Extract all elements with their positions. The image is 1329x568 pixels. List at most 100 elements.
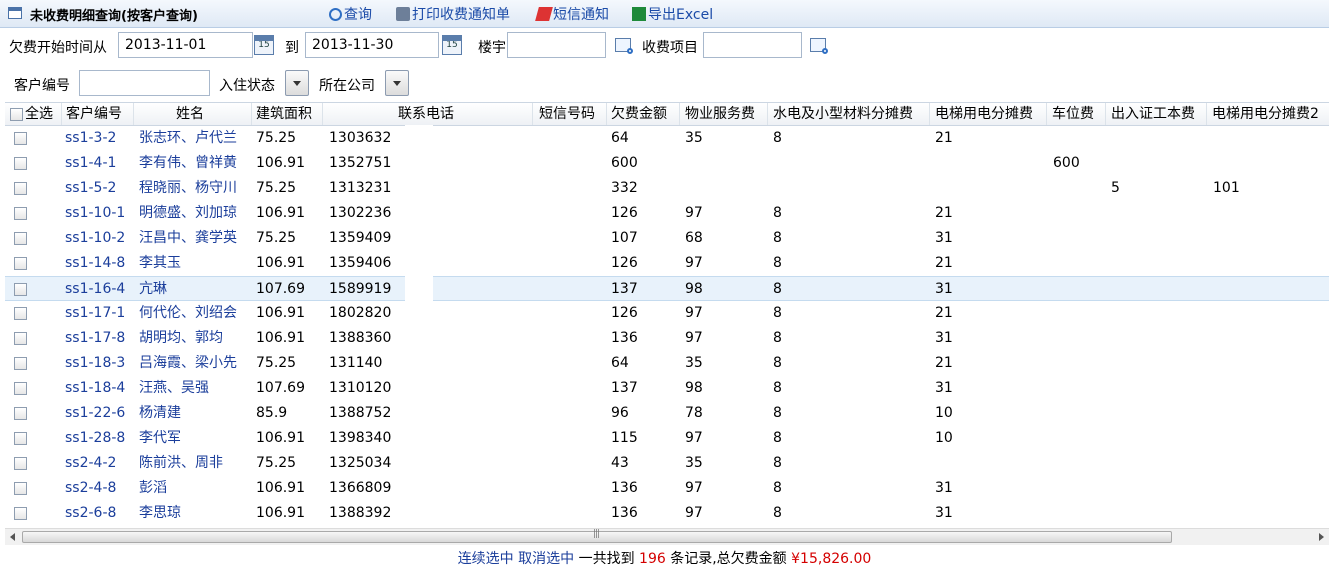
customer-name-cell[interactable]: 杨清建 (139, 401, 251, 426)
header-elevator-fee-2[interactable]: 电梯用电分摊费2 (1207, 103, 1329, 125)
customer-no-cell[interactable]: ss1-10-1 (65, 201, 125, 226)
customer-no-cell[interactable]: ss2-4-8 (65, 476, 116, 501)
calendar-icon[interactable]: 15 (442, 35, 462, 55)
customer-name-cell[interactable]: 彭滔 (139, 476, 251, 501)
row-checkbox[interactable] (14, 132, 27, 145)
header-pass-fee[interactable]: 出入证工本费 (1106, 103, 1207, 125)
occupancy-status-dropdown[interactable] (285, 70, 309, 96)
table-row[interactable]: ss1-28-8 李代军 106.91 1398340 115 97 8 10 (5, 426, 1329, 451)
row-checkbox[interactable] (14, 382, 27, 395)
row-checkbox[interactable] (14, 283, 27, 296)
customer-no-cell[interactable]: ss1-28-8 (65, 426, 125, 451)
calendar-icon[interactable]: 15 (254, 35, 274, 55)
header-area[interactable]: 建筑面积 (252, 103, 323, 125)
table-row[interactable]: ss2-4-2 陈前洪、周非 75.25 1325034 43 35 8 (5, 451, 1329, 476)
customer-name-cell[interactable]: 吕海霞、梁小先 (139, 351, 251, 376)
customer-no-cell[interactable]: ss1-22-6 (65, 401, 125, 426)
scroll-thumb[interactable] (22, 529, 1172, 543)
customer-name-cell[interactable]: 明德盛、刘加琼 (139, 201, 251, 226)
row-checkbox[interactable] (14, 357, 27, 370)
header-elevator-fee[interactable]: 电梯用电分摊费 (930, 103, 1047, 125)
customer-no-cell[interactable]: ss2-4-2 (65, 451, 116, 476)
customer-no-input[interactable] (79, 70, 210, 96)
row-checkbox[interactable] (14, 157, 27, 170)
table-row[interactable]: ss1-17-1 何代伦、刘绍会 106.91 1802820 126 97 8 21 (5, 301, 1329, 326)
customer-name-cell[interactable]: 李思琼 (139, 501, 251, 526)
header-name[interactable]: 姓名 (134, 103, 252, 125)
print-notice-button[interactable]: 打印收费通知单 (396, 4, 510, 24)
select-continuous-link[interactable]: 连续选中 (458, 551, 514, 567)
table-row[interactable]: ss1-17-8 胡明均、郭均 106.91 1388360 136 97 8 31 (5, 326, 1329, 351)
row-checkbox[interactable] (14, 482, 27, 495)
table-row[interactable]: ss1-18-4 汪燕、吴强 107.69 1310120 137 98 8 31 (5, 376, 1329, 401)
table-row[interactable]: ss1-3-2 张志环、卢代兰 75.25 1303632 64 35 8 21 (5, 126, 1329, 151)
end-date-input[interactable] (305, 32, 439, 58)
start-date-input[interactable] (118, 32, 253, 58)
phone-cell: 1303632 (329, 130, 392, 146)
customer-no-cell[interactable]: ss1-3-2 (65, 126, 116, 151)
table-row[interactable]: ss1-14-8 李其玉 106.91 1359406 126 97 8 21 (5, 251, 1329, 276)
scroll-left-arrow-icon[interactable] (5, 529, 21, 545)
customer-no-cell[interactable]: ss1-17-1 (65, 301, 125, 326)
customer-no-cell[interactable]: ss1-18-4 (65, 376, 125, 401)
customer-name-cell[interactable]: 李代军 (139, 426, 251, 451)
row-checkbox[interactable] (14, 182, 27, 195)
customer-name-cell[interactable]: 胡明均、郭均 (139, 326, 251, 351)
customer-name-cell[interactable]: 李有伟、曾祥黄 (139, 151, 251, 176)
table-row[interactable]: ss1-16-4 亢琳 107.69 1589919 137 98 8 31 (5, 276, 1329, 301)
area-cell: 106.91 (256, 430, 305, 446)
customer-name-cell[interactable]: 程晓丽、杨守川 (139, 176, 251, 201)
customer-name-cell[interactable]: 亢琳 (139, 277, 251, 302)
row-checkbox[interactable] (14, 257, 27, 270)
row-checkbox[interactable] (14, 407, 27, 420)
table-row[interactable]: ss1-5-2 程晓丽、杨守川 75.25 1313231 332 5 101 (5, 176, 1329, 201)
customer-name-cell[interactable]: 汪燕、吴强 (139, 376, 251, 401)
customer-name-cell[interactable]: 汪昌中、龚学英 (139, 226, 251, 251)
header-water-fee[interactable]: 水电及小型材料分摊费 (768, 103, 930, 125)
row-checkbox[interactable] (14, 457, 27, 470)
header-owed[interactable]: 欠费金额 (607, 103, 680, 125)
customer-no-cell[interactable]: ss1-4-1 (65, 151, 116, 176)
table-row[interactable]: ss1-22-6 杨清建 85.9 1388752 96 78 8 10 (5, 401, 1329, 426)
select-all-checkbox[interactable] (10, 108, 23, 121)
row-checkbox[interactable] (14, 432, 27, 445)
charge-item-input[interactable] (703, 32, 802, 58)
table-row[interactable]: ss2-6-8 李思琼 106.91 1388392 136 97 8 31 (5, 501, 1329, 526)
customer-no-cell[interactable]: ss1-14-8 (65, 251, 125, 276)
scroll-right-arrow-icon[interactable] (1313, 529, 1329, 545)
row-checkbox[interactable] (14, 307, 27, 320)
deselect-link[interactable]: 取消选中 (518, 551, 574, 567)
row-checkbox[interactable] (14, 507, 27, 520)
building-picker-icon[interactable] (615, 38, 633, 54)
table-row[interactable]: ss1-10-2 汪昌中、龚学英 75.25 1359409 107 68 8 31 (5, 226, 1329, 251)
customer-no-cell[interactable]: ss1-17-8 (65, 326, 125, 351)
customer-no-cell[interactable]: ss2-6-8 (65, 501, 116, 526)
horizontal-scrollbar[interactable] (5, 528, 1329, 545)
sms-notify-button[interactable]: 短信通知 (535, 4, 609, 24)
header-sms[interactable]: 短信号码 (533, 103, 607, 125)
header-service-fee[interactable]: 物业服务费 (680, 103, 768, 125)
building-input[interactable] (507, 32, 606, 58)
row-checkbox[interactable] (14, 207, 27, 220)
customer-name-cell[interactable]: 何代伦、刘绍会 (139, 301, 251, 326)
customer-name-cell[interactable]: 陈前洪、周非 (139, 451, 251, 476)
header-phone[interactable]: 联系电话 (323, 103, 533, 125)
header-parking-fee[interactable]: 车位费 (1047, 103, 1106, 125)
row-checkbox[interactable] (14, 332, 27, 345)
customer-no-cell[interactable]: ss1-10-2 (65, 226, 125, 251)
table-row[interactable]: ss1-4-1 李有伟、曾祥黄 106.91 1352751 600 600 (5, 151, 1329, 176)
table-row[interactable]: ss1-10-1 明德盛、刘加琼 106.91 1302236 126 97 8 21 (5, 201, 1329, 226)
query-button[interactable]: 查询 (329, 4, 372, 24)
table-row[interactable]: ss1-18-3 吕海霞、梁小先 75.25 131140 64 35 8 21 (5, 351, 1329, 376)
customer-name-cell[interactable]: 李其玉 (139, 251, 251, 276)
customer-no-cell[interactable]: ss1-5-2 (65, 176, 116, 201)
charge-item-picker-icon[interactable] (810, 38, 828, 54)
company-dropdown[interactable] (385, 70, 409, 96)
customer-name-cell[interactable]: 张志环、卢代兰 (139, 126, 251, 151)
export-excel-button[interactable]: 导出Excel (632, 4, 713, 24)
customer-no-cell[interactable]: ss1-18-3 (65, 351, 125, 376)
table-row[interactable]: ss2-4-8 彭滔 106.91 1366809 136 97 8 31 (5, 476, 1329, 501)
customer-no-cell[interactable]: ss1-16-4 (65, 277, 125, 302)
row-checkbox[interactable] (14, 232, 27, 245)
header-customer-no[interactable]: 客户编号 (62, 103, 134, 125)
